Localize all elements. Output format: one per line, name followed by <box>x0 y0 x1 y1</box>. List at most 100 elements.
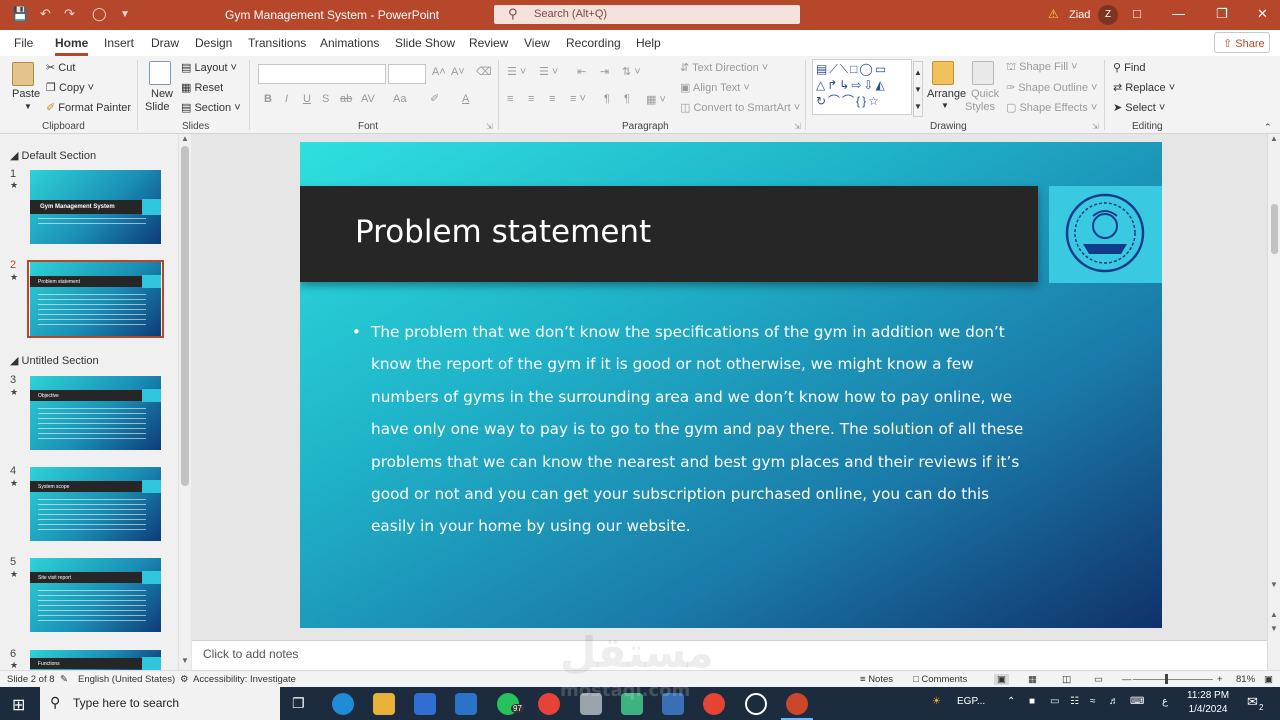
zoom-level[interactable]: 81% <box>1236 674 1255 685</box>
arrange-button[interactable]: Arrange <box>927 88 966 100</box>
tab-file[interactable]: File <box>14 36 33 50</box>
font-size-combo[interactable] <box>388 64 426 84</box>
minimize-icon[interactable]: — <box>1172 6 1185 21</box>
tab-home[interactable]: Home <box>55 36 89 56</box>
input-language[interactable]: ع <box>1162 696 1168 707</box>
tab-insert[interactable]: Insert <box>104 36 134 50</box>
paste-dropdown-icon[interactable]: ▼ <box>24 102 32 111</box>
thumbnail-scrollbar[interactable]: ▲ ▼ <box>178 134 191 670</box>
reading-view-icon[interactable]: ◫ <box>1062 674 1071 685</box>
paste-icon[interactable] <box>12 62 34 86</box>
redo-icon[interactable]: ↷ <box>64 6 75 22</box>
slide-sorter-icon[interactable]: ▦ <box>1028 674 1037 685</box>
quick-styles-icon[interactable] <box>972 61 994 85</box>
task-view-icon[interactable]: ❐ <box>292 695 305 712</box>
network-icon[interactable]: ☷ <box>1070 696 1079 707</box>
clear-formatting-icon[interactable]: ⌫ <box>476 65 492 78</box>
tab-draw[interactable]: Draw <box>151 36 179 50</box>
tab-help[interactable]: Help <box>636 36 661 50</box>
highlight-icon[interactable]: ✐ <box>430 92 439 105</box>
bullet-text[interactable]: The problem that we don’t know the speci… <box>371 316 1035 543</box>
tab-recording[interactable]: Recording <box>566 36 621 50</box>
align-left-icon[interactable]: ≡ <box>507 93 513 105</box>
slide-thumbnail-6[interactable]: Functions <box>30 650 161 670</box>
shrink-font-button[interactable]: A˅ <box>451 66 465 78</box>
start-from-beginning-icon[interactable]: ◯ <box>92 6 107 22</box>
search-box[interactable]: ⚲ Search (Alt+Q) <box>494 5 800 24</box>
wifi-icon[interactable]: ≈ <box>1090 696 1096 707</box>
strikethrough-button[interactable]: ab <box>340 93 352 105</box>
next-slide-icon[interactable]: ▼ <box>1270 624 1278 633</box>
quick-styles-label-2[interactable]: Styles <box>965 101 995 113</box>
select-button[interactable]: ➤ Select ˅ <box>1113 101 1165 114</box>
align-text-button[interactable]: ▣ Align Text ˅ <box>680 81 750 94</box>
new-slide-label-2[interactable]: Slide <box>145 101 169 113</box>
shadow-button[interactable]: S <box>322 93 329 105</box>
zoom-in-icon[interactable]: + <box>1217 674 1223 685</box>
tray-app-icon[interactable]: ■ <box>1029 696 1035 707</box>
customize-toolbar-icon[interactable]: ▼ <box>120 9 130 20</box>
scroll-down-icon[interactable]: ▼ <box>1270 580 1278 589</box>
avatar[interactable]: Z <box>1098 5 1118 25</box>
title-placeholder[interactable]: Problem statement <box>300 186 1038 282</box>
spelling-icon[interactable]: ✎ <box>60 674 68 685</box>
align-right-icon[interactable]: ≡ <box>549 93 555 105</box>
shape-fill-button[interactable]: ⛫ Shape Fill ˅ <box>1006 61 1078 75</box>
file-explorer-icon[interactable] <box>373 693 395 715</box>
weather-text[interactable]: EGP... <box>957 696 985 707</box>
font-color-icon[interactable]: A <box>462 93 469 105</box>
increase-indent-icon[interactable]: ⇥ <box>600 65 609 78</box>
tray-expand-icon[interactable]: ⌃ <box>1007 696 1015 707</box>
user-name[interactable]: Ziad <box>1069 9 1090 21</box>
previous-slide-icon[interactable]: ▲ <box>1270 610 1278 619</box>
tab-slide-show[interactable]: Slide Show <box>395 36 455 50</box>
numbering-icon[interactable]: ☰ ˅ <box>539 65 558 78</box>
canvas-scrollbar[interactable]: ▲ ▼ ▲ ▼ <box>1267 134 1280 670</box>
fit-to-window-icon[interactable]: ▣ <box>1264 674 1273 685</box>
section-button[interactable]: ▤ Section ˅ <box>181 101 241 114</box>
scroll-up-icon[interactable]: ▲ <box>1270 134 1278 143</box>
grow-font-button[interactable]: A˄ <box>432 66 446 78</box>
notes-toggle[interactable]: ≡ Notes <box>860 674 893 685</box>
new-slide-label-1[interactable]: New <box>151 88 173 100</box>
arrange-icon[interactable] <box>932 61 954 85</box>
language-status[interactable]: English (United States) <box>78 674 175 685</box>
obs-icon[interactable] <box>745 693 767 715</box>
replace-button[interactable]: ⇄ Replace ˅ <box>1113 81 1175 94</box>
arrange-dropdown-icon[interactable]: ▼ <box>941 101 949 110</box>
current-slide[interactable]: Problem statement • The problem that we … <box>300 142 1162 628</box>
slide-thumbnail-1[interactable]: Gym Management System <box>30 170 161 244</box>
section-header-default[interactable]: ◢ Default Section <box>10 149 96 162</box>
ltr-icon[interactable]: ¶ <box>604 93 610 105</box>
font-name-combo[interactable] <box>258 64 386 84</box>
comments-toggle[interactable]: □ Comments <box>913 674 967 685</box>
tab-review[interactable]: Review <box>469 36 508 50</box>
shape-outline-button[interactable]: ✑ Shape Outline ˅ <box>1006 81 1097 94</box>
ribbon-display-icon[interactable]: □ <box>1133 6 1141 21</box>
paragraph-dialog-launcher-icon[interactable]: ⇲ <box>794 122 801 131</box>
convert-smartart-button[interactable]: ◫ Convert to SmartArt ˅ <box>680 101 800 114</box>
font-dialog-launcher-icon[interactable]: ⇲ <box>486 122 493 131</box>
slide-thumbnail-4[interactable]: System scope <box>30 467 161 541</box>
layout-button[interactable]: ▤ Layout ˅ <box>181 61 237 74</box>
restore-icon[interactable]: ❐ <box>1216 6 1228 22</box>
bold-button[interactable]: B <box>264 93 272 105</box>
slide-title[interactable]: Problem statement <box>355 214 651 250</box>
keyboard-icon[interactable]: ⌨ <box>1130 696 1144 707</box>
bullets-icon[interactable]: ☰ ˅ <box>507 65 526 78</box>
copy-button[interactable]: ❐ Copy ˅ <box>46 81 94 94</box>
undo-icon[interactable]: ↶ <box>40 6 51 22</box>
edge-icon[interactable] <box>332 693 354 715</box>
tab-transitions[interactable]: Transitions <box>248 36 306 50</box>
text-direction-button[interactable]: ⇵ Text Direction ˅ <box>680 61 768 74</box>
italic-button[interactable]: I <box>285 93 288 105</box>
tab-design[interactable]: Design <box>195 36 232 50</box>
battery-icon[interactable]: ▭ <box>1050 696 1059 707</box>
notes-pane[interactable]: Click to add notes <box>192 640 1267 670</box>
section-header-untitled[interactable]: ◢ Untitled Section <box>10 354 99 367</box>
notifications-icon[interactable]: ✉ <box>1247 694 1258 710</box>
microsoft-store-icon[interactable] <box>414 693 436 715</box>
save-icon[interactable]: 💾 <box>12 6 28 22</box>
accessibility-status[interactable]: Accessibility: Investigate <box>193 674 296 685</box>
normal-view-icon[interactable]: ▣ <box>994 674 1009 685</box>
